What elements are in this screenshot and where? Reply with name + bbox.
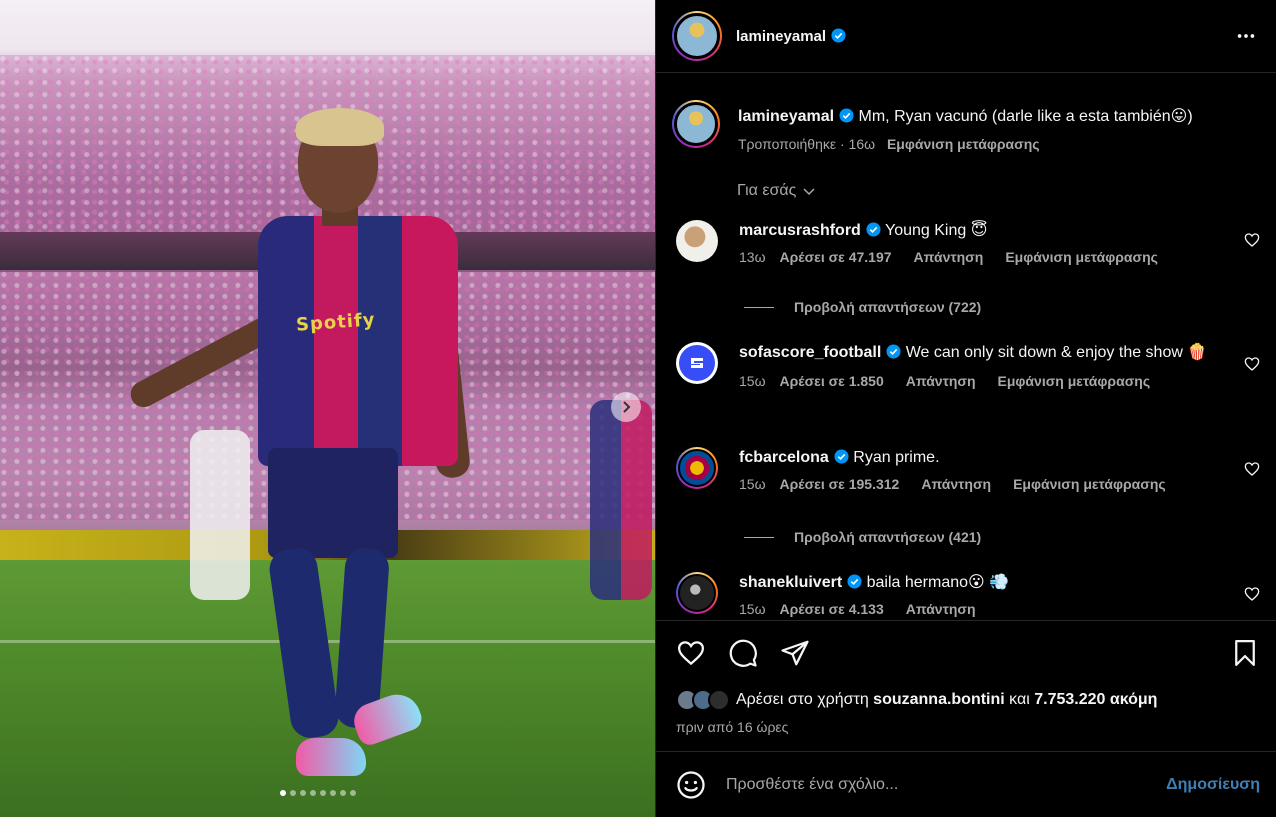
comment-time: 15ω — [739, 601, 766, 617]
comment-time: 15ω — [739, 476, 766, 492]
likes-prefix: Αρέσει στο χρήστη — [736, 691, 869, 708]
emoji-icon[interactable] — [676, 770, 706, 800]
carousel-dot — [350, 790, 356, 796]
comment-like-heart-icon[interactable] — [1244, 232, 1260, 248]
post-caption: lamineyamal Mm, Ryan vacunó (darle like … — [672, 100, 1193, 152]
chevron-down-icon — [803, 188, 815, 196]
comment-likes[interactable]: Αρέσει σε 1.850 — [780, 373, 884, 389]
comment-text: Ryan prime. — [853, 449, 940, 466]
comment-translate-link[interactable]: Εμφάνιση μετάφρασης — [1013, 476, 1166, 492]
verified-icon — [834, 449, 849, 464]
action-buttons — [676, 638, 810, 668]
comment-reply-button[interactable]: Απάντηση — [906, 373, 976, 389]
bookmark-icon — [1235, 640, 1255, 666]
chevron-right-icon — [623, 401, 631, 413]
caption-text-line: lamineyamal Mm, Ryan vacunó (darle like … — [738, 106, 1193, 126]
comment-translate-link[interactable]: Εμφάνιση μετάφρασης — [1005, 249, 1158, 265]
caption-username[interactable]: lamineyamal — [738, 108, 834, 125]
liked-by-avatars — [676, 689, 730, 711]
comment-text: baila hermano😮 💨 — [866, 574, 1010, 591]
carousel-dot — [330, 790, 336, 796]
sofascore-logo-icon — [691, 358, 703, 368]
save-button[interactable] — [1230, 638, 1260, 673]
commenter-avatar[interactable] — [676, 572, 718, 614]
background-player-right — [590, 400, 652, 600]
player-left-boot — [296, 738, 366, 776]
comment-input[interactable] — [726, 775, 1167, 794]
comment-item: shanekluivert baila hermano😮 💨 15ω Αρέσε… — [676, 572, 1260, 617]
verified-icon — [831, 27, 846, 43]
view-replies-button[interactable]: Προβολή απαντήσεων (421) — [744, 529, 981, 545]
comment-likes[interactable]: Αρέσει σε 195.312 — [780, 476, 900, 492]
post-header: lamineyamal — [656, 0, 1276, 73]
comment-like-heart-icon[interactable] — [1244, 461, 1260, 477]
more-icon — [1237, 34, 1255, 38]
comment-like-heart-icon[interactable] — [1244, 356, 1260, 372]
verified-icon — [866, 222, 881, 237]
comment-like-heart-icon[interactable] — [1244, 586, 1260, 602]
comments-list[interactable]: lamineyamal Mm, Ryan vacunó (darle like … — [656, 74, 1276, 620]
comment-time: 13ω — [739, 249, 766, 265]
verified-icon — [886, 344, 901, 359]
liked-by-username[interactable]: souzanna.bontini — [873, 691, 1005, 709]
commenter-username[interactable]: sofascore_football — [739, 344, 881, 361]
comment-item: sofascore_football We can only sit down … — [676, 342, 1260, 389]
likes-count[interactable]: 7.753.220 ακόμη — [1034, 691, 1157, 709]
add-comment-bar: Δημοσίευση — [656, 751, 1276, 817]
comment-reply-button[interactable]: Απάντηση — [921, 476, 991, 492]
more-options-button[interactable] — [1234, 24, 1258, 48]
carousel-dot — [300, 790, 306, 796]
comment-text: We can only sit down & enjoy the show 🍿 — [905, 344, 1208, 361]
commenter-avatar[interactable] — [676, 220, 718, 262]
carousel-next-button[interactable] — [611, 392, 641, 422]
likes-conjunction: και — [1009, 691, 1030, 708]
comment-filter-dropdown[interactable]: Για εσάς — [737, 182, 816, 200]
verified-icon — [839, 108, 854, 123]
caption-translate-link[interactable]: Εμφάνιση μετάφρασης — [887, 136, 1040, 152]
comment-filter-label: Για εσάς — [737, 182, 797, 199]
comment-time: 15ω — [739, 373, 766, 389]
author-avatar[interactable] — [672, 11, 722, 61]
likes-summary[interactable]: Αρέσει στο χρήστη souzanna.bontini και 7… — [676, 689, 1157, 711]
like-heart-icon[interactable] — [676, 638, 706, 668]
commenter-username[interactable]: shanekluivert — [739, 574, 842, 591]
post-timestamp: πριν από 16 ώρες — [676, 719, 789, 735]
caption-edited-time: Τροποποιήθηκε · 16ω — [738, 136, 876, 152]
comment-reply-button[interactable]: Απάντηση — [906, 601, 976, 617]
caption-avatar[interactable] — [672, 100, 720, 148]
verified-icon — [847, 574, 862, 589]
carousel-dot — [280, 790, 286, 796]
carousel-indicator — [280, 790, 356, 796]
commenter-avatar[interactable] — [676, 447, 718, 489]
view-replies-button[interactable]: Προβολή απαντήσεων (722) — [744, 299, 981, 315]
share-icon[interactable] — [780, 638, 810, 668]
shirt-sponsor: Spotify — [295, 309, 377, 336]
player-left-leg — [267, 545, 341, 741]
commenter-username[interactable]: marcusrashford — [739, 222, 861, 239]
caption-text: Mm, Ryan vacunó (darle like a esta tambi… — [858, 108, 1193, 125]
carousel-dot — [320, 790, 326, 796]
player-shirt: Spotify — [258, 216, 458, 466]
post-actions: Αρέσει στο χρήστη souzanna.bontini και 7… — [656, 620, 1276, 751]
author-username[interactable]: lamineyamal — [736, 28, 846, 45]
comment-text: Young King 😇 — [884, 222, 988, 239]
comment-icon[interactable] — [728, 638, 758, 668]
post-media[interactable]: Spotify — [0, 0, 655, 817]
carousel-dot — [310, 790, 316, 796]
commenter-username[interactable]: fcbarcelona — [739, 449, 829, 466]
post-side-panel: lamineyamal lamineyamal Mm, Ryan vacunó … — [655, 0, 1276, 817]
commenter-avatar[interactable] — [676, 342, 718, 384]
player-figure: Spotify — [110, 108, 490, 798]
comment-reply-button[interactable]: Απάντηση — [914, 249, 984, 265]
comment-likes[interactable]: Αρέσει σε 4.133 — [780, 601, 884, 617]
comment-likes[interactable]: Αρέσει σε 47.197 — [780, 249, 892, 265]
comment-item: fcbarcelona Ryan prime. 15ω Αρέσει σε 19… — [676, 447, 1260, 492]
carousel-dot — [340, 790, 346, 796]
player-shorts — [268, 448, 398, 558]
comment-translate-link[interactable]: Εμφάνιση μετάφρασης — [998, 373, 1151, 389]
player-hair — [296, 108, 384, 146]
comment-item: marcusrashford Young King 😇 13ω Αρέσει σ… — [676, 220, 1260, 265]
post-comment-button[interactable]: Δημοσίευση — [1166, 776, 1260, 794]
carousel-dot — [290, 790, 296, 796]
